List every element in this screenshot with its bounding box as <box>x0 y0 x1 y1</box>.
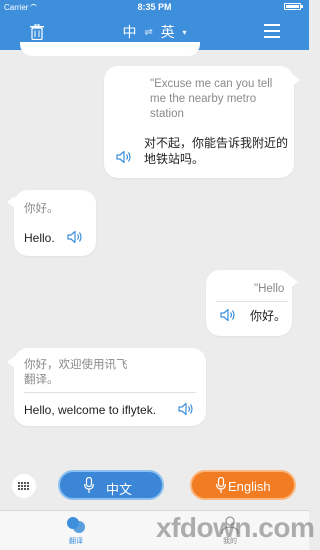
speaker-icon[interactable] <box>67 230 83 244</box>
message-bubble-right: "Excuse me can you tell me the nearby me… <box>104 66 300 178</box>
translate-icon <box>67 517 85 533</box>
translation-text: Hello, welcome to iflytek. <box>24 403 157 417</box>
source-language[interactable]: 中 <box>122 22 136 42</box>
swap-languages-icon[interactable]: ⇌ <box>144 27 152 38</box>
message-bubble-left: 你好，欢迎使用讯飞翻译。 Hello, welcome to iflytek. <box>7 348 206 426</box>
menu-icon[interactable] <box>264 24 280 38</box>
speak-chinese-label: 中文 <box>106 482 133 497</box>
previous-message-fragment <box>0 42 309 60</box>
battery-icon <box>284 3 301 10</box>
source-text: "Excuse me can you tell me the nearby me… <box>150 78 273 120</box>
target-language[interactable]: 英 <box>161 22 175 42</box>
language-switch[interactable]: 中 ⇌ 英 ▾ <box>0 22 309 42</box>
speaker-icon[interactable] <box>220 308 236 322</box>
source-text: 你好，欢迎使用讯飞翻译。 <box>24 359 128 386</box>
message-bubble-left: 你好。 Hello. <box>7 190 96 256</box>
watermark: xfdown.com <box>156 512 315 543</box>
translation-text: 你好。 <box>250 309 287 323</box>
source-text: "Hello <box>254 283 285 295</box>
tab-translate-label: 翻译 <box>69 538 83 545</box>
tab-translate[interactable]: 翻译 <box>46 513 106 546</box>
status-bar: Carrier 8:35 PM <box>0 0 309 14</box>
translation-text: Hello. <box>24 231 55 245</box>
microphone-icon <box>84 477 94 493</box>
clock: 8:35 PM <box>137 2 172 12</box>
translation-text: 对不起，你能告诉我附近的地铁站吗。 <box>144 136 289 166</box>
keyboard-button[interactable] <box>12 474 36 498</box>
microphone-icon <box>216 477 226 493</box>
speaker-icon[interactable] <box>116 150 132 164</box>
speak-english-label: English <box>228 479 271 494</box>
speak-chinese-button[interactable]: 中文 <box>58 470 164 500</box>
battery-tip <box>301 5 303 8</box>
chevron-down-icon[interactable]: ▾ <box>183 28 187 37</box>
source-text: 你好。 <box>24 203 59 215</box>
speaker-icon[interactable] <box>178 402 194 416</box>
message-bubble-right: "Hello 你好。 <box>206 270 298 336</box>
keyboard-icon <box>18 482 30 490</box>
speak-english-button[interactable]: English <box>190 470 296 500</box>
input-bar: 中文 English <box>0 462 309 510</box>
